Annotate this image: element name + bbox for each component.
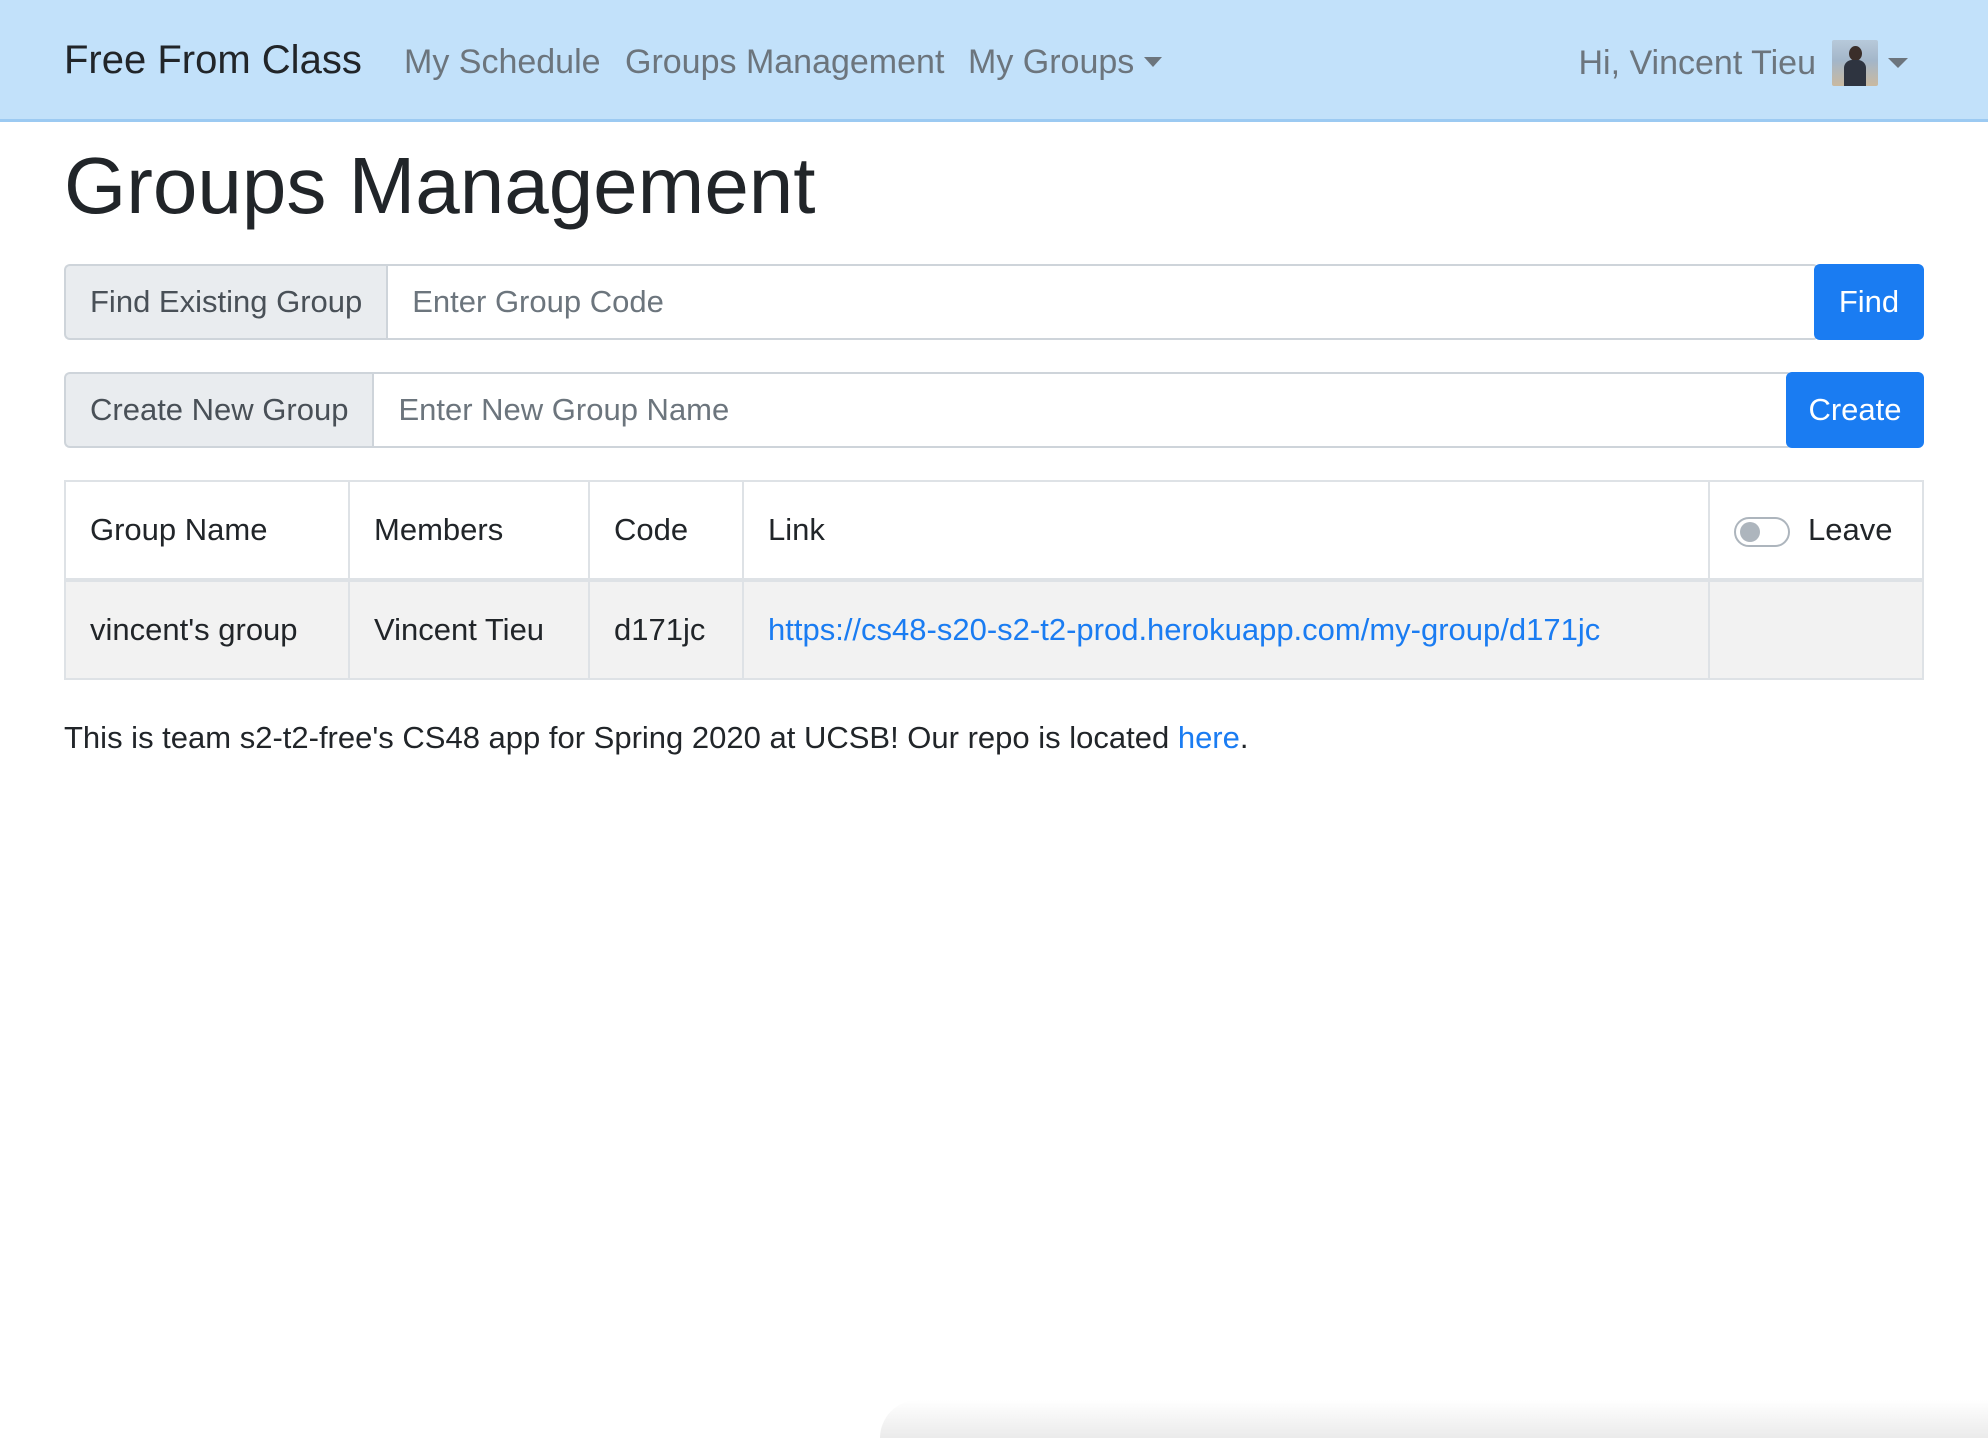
user-menu[interactable]: Hi, Vincent Tieu xyxy=(1578,38,1908,88)
cell-code: d171jc xyxy=(588,579,744,680)
header-group-name: Group Name xyxy=(64,480,350,582)
cell-group-name: vincent's group xyxy=(64,579,350,680)
header-leave-label: Leave xyxy=(1808,512,1893,547)
user-greeting: Hi, Vincent Tieu xyxy=(1578,43,1816,82)
page-title: Groups Management xyxy=(64,141,816,230)
cell-leave xyxy=(1708,579,1924,680)
footer-note: This is team s2-t2-free's CS48 app for S… xyxy=(64,716,1249,760)
nav-my-groups-dropdown[interactable]: My Groups xyxy=(968,40,1163,84)
find-group-label: Find Existing Group xyxy=(64,264,387,340)
nav-my-schedule[interactable]: My Schedule xyxy=(404,40,601,84)
nav-groups-management[interactable]: Groups Management xyxy=(625,40,944,84)
create-group-label: Create New Group xyxy=(64,372,373,448)
cell-members: Vincent Tieu xyxy=(348,579,590,680)
footer-text: This is team s2-t2-free's CS48 app for S… xyxy=(64,720,1178,755)
nav-my-groups-label: My Groups xyxy=(968,43,1135,81)
table-header-row: Group Name Members Code Link Leave xyxy=(64,480,1924,582)
footer-period: . xyxy=(1239,720,1249,755)
group-link[interactable]: https://cs48-s20-s2-t2-prod.herokuapp.co… xyxy=(768,612,1600,647)
leave-toggle-switch[interactable] xyxy=(1734,516,1790,547)
navbar: Free From Class My Schedule Groups Manag… xyxy=(0,0,1988,122)
find-button[interactable]: Find xyxy=(1814,264,1924,340)
header-link: Link xyxy=(742,480,1710,582)
find-group-input-group: Find Existing Group xyxy=(64,264,1820,340)
create-group-input-group: Create New Group xyxy=(64,372,1794,448)
group-code-input[interactable] xyxy=(386,264,1820,340)
create-button[interactable]: Create xyxy=(1786,372,1924,448)
header-members: Members xyxy=(348,480,590,582)
repo-link[interactable]: here xyxy=(1178,720,1240,755)
chevron-down-icon xyxy=(1144,57,1163,67)
table-row: vincent's group Vincent Tieu d171jc http… xyxy=(64,579,1924,680)
group-name-input[interactable] xyxy=(372,372,1794,448)
cell-link: https://cs48-s20-s2-t2-prod.herokuapp.co… xyxy=(742,579,1710,680)
header-code: Code xyxy=(588,480,744,582)
window-shadow xyxy=(880,1400,1988,1438)
avatar xyxy=(1832,40,1878,86)
brand-link[interactable]: Free From Class xyxy=(64,34,362,86)
groups-table: Group Name Members Code Link Leave vince… xyxy=(64,480,1924,680)
chevron-down-icon xyxy=(1888,58,1908,68)
header-leave: Leave xyxy=(1708,480,1924,582)
